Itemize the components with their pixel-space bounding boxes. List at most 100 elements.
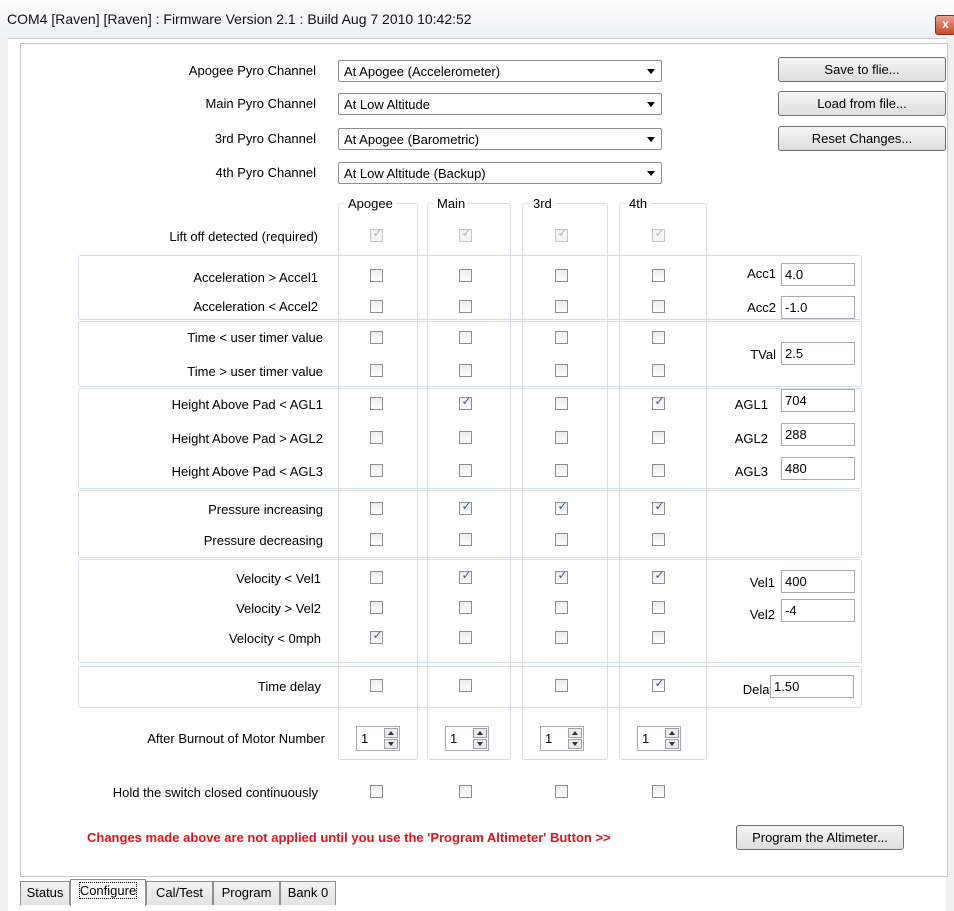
checkbox-main[interactable] (459, 631, 472, 644)
checkbox-3rd[interactable] (555, 533, 568, 546)
checkbox-main[interactable] (459, 679, 472, 692)
spin-down-icon[interactable] (473, 739, 487, 749)
checkbox-apogee[interactable] (370, 397, 383, 410)
checkbox-main[interactable]: ✓ (459, 500, 472, 515)
checkbox-apogee[interactable] (370, 533, 383, 546)
checkbox-main[interactable] (459, 601, 472, 614)
burnout-4th-stepper[interactable]: 1 (637, 726, 681, 751)
tab-bank-0[interactable]: Bank 0 (280, 881, 336, 905)
main-pyro-value: At Low Altitude (344, 97, 430, 112)
checkbox-main[interactable] (459, 300, 472, 313)
checkbox-4th[interactable] (652, 364, 665, 377)
checkbox-apogee[interactable] (370, 331, 383, 344)
checkbox-3rd[interactable] (555, 269, 568, 282)
checkmark-icon: ✓ (557, 226, 568, 240)
main-pyro-select[interactable]: At Low Altitude (338, 93, 662, 115)
checkbox-apogee[interactable] (370, 431, 383, 444)
checkbox-4th[interactable] (652, 785, 665, 798)
fourth-pyro-label: 4th Pyro Channel (215, 165, 316, 180)
checkbox-3rd[interactable]: ✓ (555, 500, 568, 515)
checkbox-3rd[interactable] (555, 785, 568, 798)
checkbox-3rd[interactable]: ✓ (555, 569, 568, 584)
checkbox-apogee[interactable] (370, 464, 383, 477)
checkbox-3rd[interactable] (555, 300, 568, 313)
checkbox-3rd[interactable] (555, 397, 568, 410)
checkbox-4th[interactable] (652, 601, 665, 614)
checkbox-4th[interactable]: ✓ (652, 569, 665, 584)
load-from-file-button[interactable]: Load from file... (778, 91, 946, 116)
tval-field[interactable]: 2.5 (781, 342, 855, 365)
checkbox-3rd[interactable] (555, 364, 568, 377)
program-altimeter-button[interactable]: Program the Altimeter... (736, 825, 904, 850)
apogee-pyro-value: At Apogee (Accelerometer) (344, 64, 501, 79)
save-to-file-button[interactable]: Save to flie... (778, 57, 946, 82)
spin-up-icon[interactable] (384, 728, 398, 738)
checkbox-apogee[interactable]: ✓ (370, 629, 383, 644)
checkbox-4th[interactable] (652, 269, 665, 282)
checkbox-4th[interactable]: ✓ (652, 500, 665, 515)
checkbox-main[interactable]: ✓ (459, 569, 472, 584)
reset-changes-button[interactable]: Reset Changes... (778, 126, 946, 151)
checkbox-apogee[interactable] (370, 601, 383, 614)
checkbox-main[interactable] (459, 331, 472, 344)
tab-status[interactable]: Status (20, 881, 70, 905)
checkbox-4th[interactable] (652, 300, 665, 313)
burnout-apogee-stepper[interactable]: 1 (356, 726, 400, 751)
burnout-3rd-stepper[interactable]: 1 (540, 726, 584, 751)
agl2-label: AGL2 (734, 431, 768, 446)
agl2-field[interactable]: 288 (781, 423, 855, 446)
tab-configure[interactable]: Configure (70, 879, 146, 906)
checkbox-apogee[interactable] (370, 269, 383, 282)
checkbox-main[interactable]: ✓ (459, 395, 472, 410)
agl1-field[interactable]: 704 (781, 389, 855, 412)
checkbox-4th[interactable]: ✓ (652, 677, 665, 692)
checkbox-apogee[interactable] (370, 300, 383, 313)
delay-field[interactable]: 1.50 (770, 675, 854, 698)
checkbox-main[interactable] (459, 431, 472, 444)
third-pyro-select[interactable]: At Apogee (Barometric) (338, 128, 662, 150)
spin-up-icon[interactable] (473, 728, 487, 738)
checkbox-4th[interactable] (652, 631, 665, 644)
checkbox-4th[interactable] (652, 464, 665, 477)
main-pyro-label: Main Pyro Channel (205, 96, 316, 111)
checkbox-apogee[interactable] (370, 571, 383, 584)
checkbox-main[interactable] (459, 533, 472, 546)
checkbox-main[interactable] (459, 364, 472, 377)
checkbox-3rd[interactable] (555, 331, 568, 344)
checkbox-3rd[interactable] (555, 431, 568, 444)
acc2-field[interactable]: -1.0 (781, 296, 855, 319)
spin-down-icon[interactable] (568, 739, 582, 749)
burnout-main-stepper[interactable]: 1 (445, 726, 489, 751)
close-button[interactable]: x (935, 15, 954, 35)
agl3-field[interactable]: 480 (781, 457, 855, 480)
checkbox-apogee[interactable] (370, 502, 383, 515)
checkbox-apogee: ✓ (370, 227, 383, 242)
checkbox-3rd[interactable] (555, 464, 568, 477)
checkbox-main[interactable] (459, 464, 472, 477)
checkbox-main[interactable] (459, 785, 472, 798)
checkbox-4th[interactable] (652, 331, 665, 344)
spin-down-icon[interactable] (384, 739, 398, 749)
checkbox-apogee[interactable] (370, 679, 383, 692)
spin-up-icon[interactable] (665, 728, 679, 738)
vel1-field[interactable]: 400 (781, 570, 855, 593)
checkbox-4th[interactable]: ✓ (652, 395, 665, 410)
checkbox-3rd[interactable] (555, 631, 568, 644)
apogee-pyro-select[interactable]: At Apogee (Accelerometer) (338, 60, 662, 82)
tab-cal-test[interactable]: Cal/Test (146, 881, 213, 905)
acc1-field[interactable]: 4.0 (781, 263, 855, 286)
spin-up-icon[interactable] (568, 728, 582, 738)
checkbox-4th[interactable] (652, 533, 665, 546)
tab-program[interactable]: Program (213, 881, 280, 905)
checkbox-apogee[interactable] (370, 364, 383, 377)
checkbox-main[interactable] (459, 269, 472, 282)
checkbox-3rd[interactable] (555, 601, 568, 614)
checkbox-3rd[interactable] (555, 679, 568, 692)
spin-down-icon[interactable] (665, 739, 679, 749)
checkbox-4th[interactable] (652, 431, 665, 444)
checkbox-apogee[interactable] (370, 785, 383, 798)
fourth-pyro-select[interactable]: At Low Altitude (Backup) (338, 162, 662, 184)
vel2-field[interactable]: -4 (781, 599, 855, 622)
tab-label: Program (221, 885, 272, 900)
fourth-pyro-value: At Low Altitude (Backup) (344, 166, 486, 181)
